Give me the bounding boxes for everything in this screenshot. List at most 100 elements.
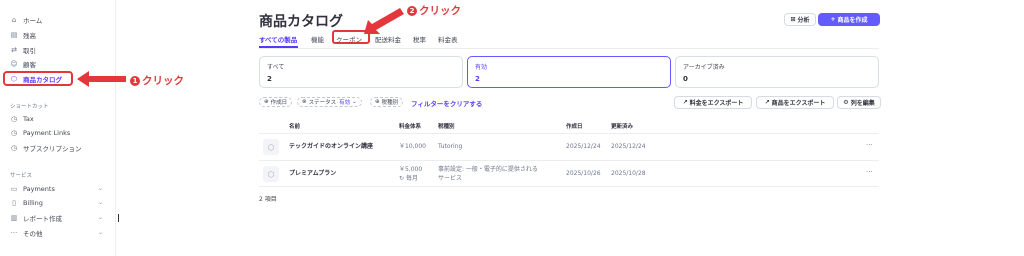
shortcuts-heading: ショートカット — [10, 104, 49, 110]
balance-icon: ▤ — [10, 30, 18, 39]
sidebar-item-billing[interactable]: ▯ Billing ⌄ — [10, 197, 103, 208]
sidebar-item-label: 顧客 — [23, 60, 36, 69]
filter-chip-status[interactable]: ⊗ ステータス 有効 ⌄ — [297, 97, 362, 107]
shortcut-label: サブスクリプション — [23, 144, 82, 153]
filter-card-count: 2 — [475, 75, 480, 83]
filter-card-label: すべて — [267, 64, 285, 71]
shortcut-label: Tax — [23, 114, 34, 123]
sidebar-item-label: 商品カタログ — [23, 75, 62, 84]
filter-card-count: 0 — [683, 75, 688, 83]
column-header-updated[interactable]: 更新済み — [611, 122, 633, 130]
product-price-interval: ↻ 毎月 — [399, 175, 418, 183]
tab-coupons[interactable]: クーポン — [336, 34, 362, 44]
chevron-down-icon[interactable]: ⌄ — [98, 199, 103, 206]
product-catalog-icon: ⬡ — [10, 74, 18, 83]
table-row-divider — [259, 186, 879, 187]
sidebar-item-label: Billing — [23, 198, 43, 207]
product-name[interactable]: プレミアムプラン — [289, 170, 336, 178]
product-name[interactable]: テックガイドのオンライン講座 — [289, 143, 373, 151]
export-products-button[interactable]: ↗ 商品をエクスポート — [756, 96, 834, 109]
clear-filters-link[interactable]: フィルターをクリアする — [411, 98, 482, 108]
plus-circle-icon: ⊕ — [264, 99, 269, 105]
annotation-step-number: 2 — [407, 5, 417, 16]
payments-icon: ▭ — [10, 184, 18, 193]
filter-card-label: アーカイブ済み — [683, 64, 725, 71]
sidebar-item-label: ホーム — [23, 16, 43, 25]
more-icon: ··· — [10, 228, 18, 237]
chevron-down-icon[interactable]: ⌄ — [98, 214, 103, 221]
export-prices-button[interactable]: ↗ 料金をエクスポート — [674, 96, 752, 109]
filter-chip-label: 税種別 — [381, 100, 399, 106]
active-tab-indicator — [259, 46, 298, 48]
sidebar: ⌂ ホーム ▤ 残高 ⇄ 取引 ☺ 顧客 ⬡ 商品カタログ ショートカット ◷ … — [0, 0, 116, 256]
sidebar-item-balance[interactable]: ▤ 残高 — [10, 29, 36, 40]
export-icon: ↗ — [764, 99, 770, 106]
analysis-button[interactable]: ⊞ 分析 — [784, 13, 816, 26]
column-header-tax-category[interactable]: 税種別 — [438, 122, 455, 130]
sidebar-item-customers[interactable]: ☺ 顧客 — [10, 58, 36, 69]
product-price: ￥5,000 — [399, 166, 423, 173]
create-product-label: 商品を作成 — [837, 17, 868, 24]
sidebar-item-label: 残高 — [23, 31, 36, 40]
filter-card-all[interactable]: すべて 2 — [259, 56, 463, 88]
row-more-icon[interactable]: ··· — [866, 168, 873, 176]
filter-chip-created[interactable]: ⊕ 作成日 — [259, 97, 293, 107]
export-products-label: 商品をエクスポート — [771, 100, 826, 107]
billing-icon: ▯ — [12, 198, 16, 207]
filter-chip-tax-category[interactable]: ⊕ 税種別 — [370, 97, 404, 107]
sidebar-item-label: レポート作成 — [23, 214, 62, 223]
filter-chip-label: 作成日 — [270, 100, 288, 106]
sidebar-item-payments[interactable]: ▭ Payments ⌄ — [10, 183, 103, 194]
annotation-text: クリック — [419, 5, 461, 17]
product-price: ￥10,000 — [399, 143, 426, 150]
product-tax-category-continued: サービス — [438, 175, 463, 182]
clock-icon: ◷ — [10, 114, 18, 123]
column-header-pricing[interactable]: 料金体系 — [399, 122, 421, 130]
tab-features[interactable]: 機能 — [311, 34, 324, 44]
chevron-down-icon: ⌄ — [352, 99, 357, 105]
page-title: 商品カタログ — [259, 14, 343, 30]
sidebar-item-transactions[interactable]: ⇄ 取引 — [10, 44, 36, 55]
product-image-placeholder-icon: ⬡ — [263, 139, 279, 155]
product-created-date: 2025/10/26 — [566, 170, 601, 177]
recurring-icon: ↻ — [399, 175, 405, 182]
edit-columns-button[interactable]: ⚙ 列を編集 — [837, 96, 881, 109]
chevron-down-icon[interactable]: ⌄ — [98, 229, 103, 236]
transactions-icon: ⇄ — [11, 45, 17, 54]
annotation-arrow-1 — [77, 71, 126, 87]
column-header-created[interactable]: 作成日 — [566, 122, 583, 130]
tab-all-products[interactable]: すべての製品 — [259, 34, 297, 44]
product-created-date: 2025/12/24 — [566, 143, 601, 150]
filter-card-count: 2 — [267, 75, 272, 83]
tab-tax-rates[interactable]: 税率 — [413, 34, 426, 44]
column-header-name[interactable]: 名前 — [289, 122, 300, 130]
sidebar-item-home[interactable]: ⌂ ホーム — [10, 14, 43, 25]
analysis-button-label: 分析 — [797, 17, 810, 24]
sidebar-item-product-catalog[interactable]: ⬡ 商品カタログ — [10, 73, 62, 84]
price-interval-label: 毎月 — [405, 175, 418, 182]
row-more-icon[interactable]: ··· — [866, 141, 873, 149]
text-cursor — [118, 214, 119, 222]
filter-card-active[interactable]: 有効 2 — [467, 56, 671, 88]
shortcut-payment-links[interactable]: ◷ Payment Links — [10, 127, 70, 138]
table-row-divider — [259, 160, 879, 161]
sidebar-item-label: Payments — [23, 184, 55, 193]
plus-circle-icon: ⊕ — [375, 99, 380, 105]
filter-card-label: 有効 — [475, 64, 488, 71]
product-tax-category: 事前設定: 一般・電子的に提供される — [438, 166, 538, 173]
sidebar-item-more[interactable]: ··· その他 ⌄ — [10, 227, 103, 238]
product-tax-category: Tutoring — [438, 143, 463, 150]
filter-card-archived[interactable]: アーカイブ済み 0 — [675, 56, 879, 88]
product-image-placeholder-icon: ⬡ — [263, 166, 279, 182]
close-circle-icon: ⊗ — [302, 99, 307, 105]
shortcut-subscriptions[interactable]: ◷ サブスクリプション — [10, 142, 82, 153]
services-heading: サービス — [10, 173, 33, 179]
tab-shipping-rates[interactable]: 配送料金 — [375, 34, 401, 44]
chevron-down-icon[interactable]: ⌄ — [98, 185, 103, 192]
tabs-divider — [259, 48, 879, 49]
tab-pricing-tables[interactable]: 料金表 — [438, 34, 458, 44]
sidebar-item-reports[interactable]: ▥ レポート作成 ⌄ — [10, 212, 103, 223]
create-product-button[interactable]: + 商品を作成 — [818, 13, 880, 26]
export-prices-label: 料金をエクスポート — [689, 100, 744, 107]
shortcut-tax[interactable]: ◷ Tax — [10, 113, 34, 124]
